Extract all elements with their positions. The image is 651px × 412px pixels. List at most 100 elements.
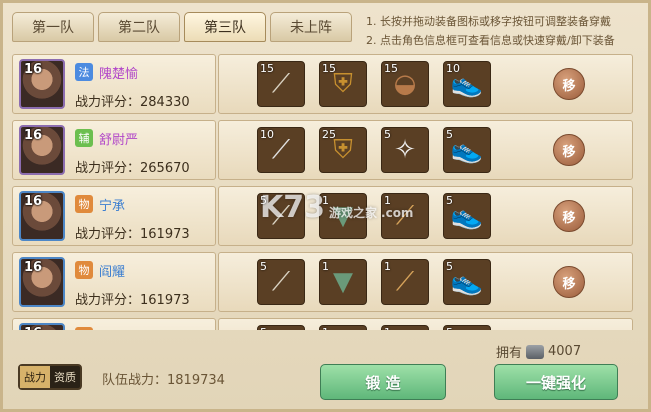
own-label: 拥有 xyxy=(496,346,523,361)
equip-slot[interactable]: 5 ⟋ xyxy=(257,259,305,305)
equip-slot[interactable]: 10 ⟋ xyxy=(257,127,305,173)
team-power: 队伍战力：1819734 xyxy=(102,369,225,388)
hero-portrait: 16 xyxy=(19,323,65,330)
hero-info-card[interactable]: 16 辅 舒尉严 战力评分：265670 xyxy=(12,120,216,180)
team-power-label: 队伍战力： xyxy=(102,373,168,388)
enhance-all-button[interactable]: 一键强化 xyxy=(494,364,618,400)
equip-level: 10 xyxy=(446,62,460,75)
equip-slot[interactable]: 25 ⛨ xyxy=(319,127,367,173)
equip-slot[interactable]: 15 ◒ xyxy=(381,61,429,107)
hero-portrait: 16 xyxy=(19,59,65,109)
forge-button[interactable]: 锻 造 xyxy=(320,364,446,400)
equipment-bar: 10 ⟋ 25 ⛨ 5 ✧ 5 👟 移 xyxy=(218,120,633,180)
hero-power: 战力评分：284330 xyxy=(75,91,190,110)
hero-name: 隗楚愉 xyxy=(99,67,139,82)
toggle-aptitude[interactable]: 资质 xyxy=(50,366,80,388)
equip-slot[interactable]: 1 ▼ xyxy=(319,325,367,330)
tip-1: 1. 长按并拖动装备图标或移字按钮可调整装备穿戴 xyxy=(366,15,611,28)
hero-level: 16 xyxy=(24,260,43,275)
move-button[interactable]: 移 xyxy=(553,134,585,166)
equipment-bar: 5 ⟋ 1 ▼ 1 ⟋ 5 👟 移 xyxy=(218,252,633,312)
ore-count: 拥有 4007 xyxy=(496,342,581,361)
equip-level: 1 xyxy=(322,194,329,207)
power-value: 284330 xyxy=(140,95,190,110)
equip-slot[interactable]: 5 👟 xyxy=(443,325,491,330)
equip-level: 1 xyxy=(322,260,329,273)
equip-slot[interactable]: 5 ⟋ xyxy=(257,325,305,330)
equipment-bar: 15 ⟋ 15 ⛨ 15 ◒ 10 👟 移 xyxy=(218,54,633,114)
power-value: 265670 xyxy=(140,161,190,176)
tab-team-1[interactable]: 第一队 xyxy=(12,12,94,42)
equip-slot[interactable]: 15 ⛨ xyxy=(319,61,367,107)
equip-level: 5 xyxy=(384,128,391,141)
equip-level: 5 xyxy=(260,194,267,207)
equip-level: 5 xyxy=(446,260,453,273)
tab-team-2[interactable]: 第二队 xyxy=(98,12,180,42)
move-button[interactable]: 移 xyxy=(553,200,585,232)
equip-slot[interactable]: 1 ⟋ xyxy=(381,259,429,305)
equip-level: 5 xyxy=(446,128,453,141)
equip-level: 15 xyxy=(384,62,398,75)
hero-portrait: 16 xyxy=(19,125,65,175)
power-label: 战力评分： xyxy=(75,227,141,242)
role-badge: 辅 xyxy=(75,129,93,147)
tab-inactive[interactable]: 未上阵 xyxy=(270,12,352,42)
equip-slot[interactable]: 1 ⟋ xyxy=(381,325,429,330)
sort-toggle[interactable]: 战力 资质 xyxy=(18,364,82,390)
equip-level: 1 xyxy=(384,326,391,330)
hero-info-card[interactable]: 16 物 吕青振 战力评分： xyxy=(12,318,216,330)
watermark-domain: .com xyxy=(381,206,414,220)
tip-2: 2. 点击角色信息框可查看信息或快速穿戴/卸下装备 xyxy=(366,34,615,47)
equip-slot[interactable]: 5 👟 xyxy=(443,193,491,239)
move-button[interactable]: 移 xyxy=(553,68,585,100)
ore-icon xyxy=(526,344,545,359)
hero-row: 16 辅 舒尉严 战力评分：265670 10 ⟋ 25 ⛨ 5 ✧ 5 👟 移 xyxy=(8,120,635,180)
equip-level: 1 xyxy=(384,260,391,273)
equip-slot[interactable]: 5 ✧ xyxy=(381,127,429,173)
hero-level: 16 xyxy=(24,62,43,77)
hero-row: 16 物 阎耀 战力评分：161973 5 ⟋ 1 ▼ 1 ⟋ 5 👟 移 xyxy=(8,252,635,312)
power-label: 战力评分： xyxy=(75,161,141,176)
hero-name: 舒尉严 xyxy=(99,133,139,148)
hero-row: 16 法 隗楚愉 战力评分：284330 15 ⟋ 15 ⛨ 15 ◒ 10 👟… xyxy=(8,54,635,114)
hero-power: 战力评分：265670 xyxy=(75,157,190,176)
equip-level: 5 xyxy=(446,194,453,207)
equip-level: 5 xyxy=(260,260,267,273)
hero-portrait: 16 xyxy=(19,257,65,307)
hero-level: 16 xyxy=(24,326,42,330)
equip-slot[interactable]: 10 👟 xyxy=(443,61,491,107)
own-value: 4007 xyxy=(548,344,582,359)
equip-slot[interactable]: 5 👟 xyxy=(443,127,491,173)
power-label: 战力评分： xyxy=(75,293,141,308)
power-value: 161973 xyxy=(140,293,190,308)
equip-level: 10 xyxy=(260,128,274,141)
team-power-value: 1819734 xyxy=(167,373,225,388)
hero-name: 阎耀 xyxy=(99,265,126,280)
hero-power: 战力评分：161973 xyxy=(75,289,190,308)
equip-slot[interactable]: 15 ⟋ xyxy=(257,61,305,107)
equip-level: 1 xyxy=(322,326,329,330)
role-badge: 物 xyxy=(75,327,93,330)
hero-power: 战力评分：161973 xyxy=(75,223,190,242)
move-button[interactable]: 移 xyxy=(553,266,585,298)
role-badge: 法 xyxy=(75,63,93,81)
equip-level: 5 xyxy=(260,326,267,330)
equip-slot[interactable]: 5 👟 xyxy=(443,259,491,305)
hero-info-card[interactable]: 16 物 阎耀 战力评分：161973 xyxy=(12,252,216,312)
watermark-sub: 游戏之家 xyxy=(329,206,378,220)
hero-info-card[interactable]: 16 法 隗楚愉 战力评分：284330 xyxy=(12,54,216,114)
tab-team-3[interactable]: 第三队 xyxy=(184,12,266,42)
role-badge: 物 xyxy=(75,195,93,213)
power-label: 战力评分： xyxy=(75,95,141,110)
toggle-power[interactable]: 战力 xyxy=(20,366,50,388)
bottom-bar: 战力 资质 队伍战力：1819734 拥有 4007 锻 造 一键强化 xyxy=(0,336,651,412)
equip-level: 15 xyxy=(322,62,336,75)
equip-slot[interactable]: 1 ▼ xyxy=(319,259,367,305)
hero-name: 吕青振 xyxy=(99,327,138,330)
hero-row: 16 物 吕青振 战力评分： 5 ⟋ 1 ▼ 1 ⟋ 5 👟 移 xyxy=(8,318,635,330)
hero-level: 16 xyxy=(24,194,43,209)
role-badge: 物 xyxy=(75,261,93,279)
hero-info-card[interactable]: 16 物 宁承 战力评分：161973 xyxy=(12,186,216,246)
equip-level: 15 xyxy=(260,62,274,75)
watermark-text: K73 xyxy=(260,190,325,225)
